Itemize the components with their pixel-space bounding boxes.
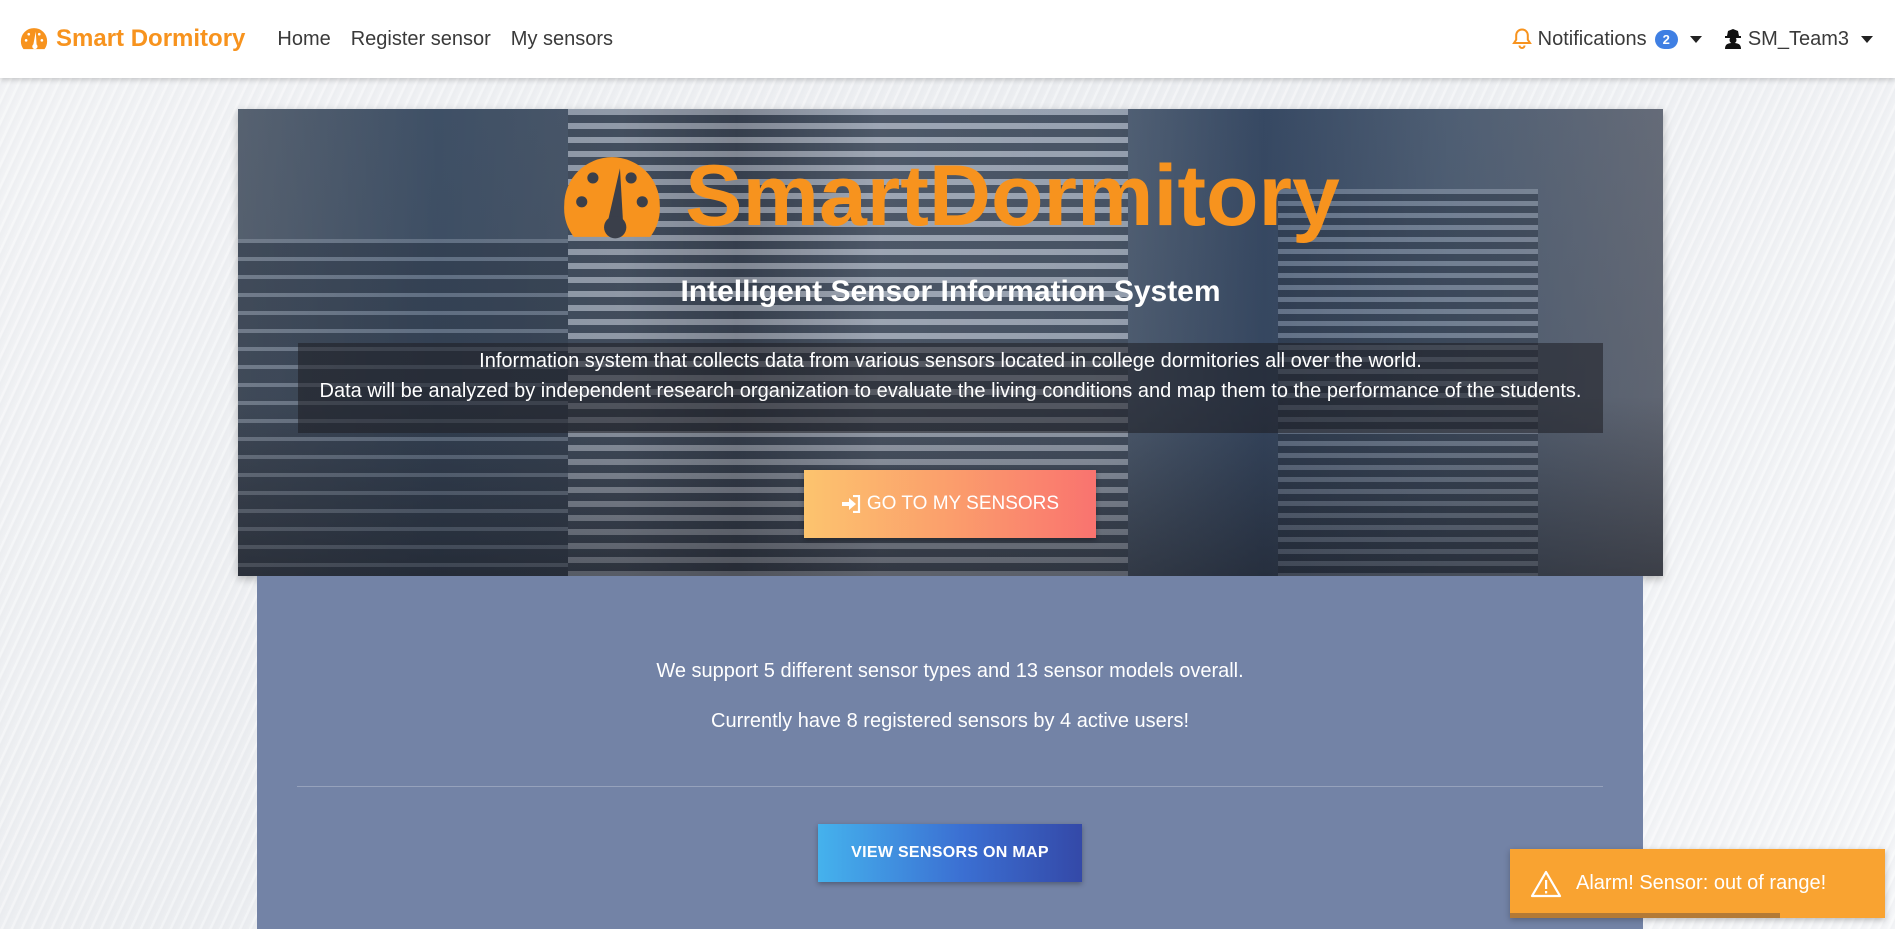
toast-progress-bar (1510, 913, 1885, 918)
nav-link-my-sensors[interactable]: My sensors (501, 28, 623, 51)
nav-links: Home Register sensor My sensors (267, 28, 623, 51)
hero-description-line: Information system that collects data fr… (479, 350, 1422, 372)
alarm-toast[interactable]: Alarm! Sensor: out of range! (1510, 849, 1885, 918)
nav-link-register-sensor[interactable]: Register sensor (341, 28, 501, 51)
hero-title-text: SmartDormitory (685, 148, 1340, 244)
stats-sensor-types: We support 5 different sensor types and … (656, 660, 1244, 682)
hero-title: SmartDormitory (238, 147, 1663, 246)
go-to-my-sensors-label: GO TO MY SENSORS (866, 493, 1060, 514)
chevron-down-icon (1689, 35, 1702, 43)
sign-in-icon (841, 495, 861, 513)
notifications-count-badge: 2 (1654, 29, 1678, 49)
user-dropdown[interactable]: SM_Team3 (1724, 28, 1873, 51)
go-to-my-sensors-button[interactable]: GO TO MY SENSORS (804, 470, 1096, 538)
hero-description-line: Data will be analyzed by independent res… (319, 380, 1582, 402)
hero-description: Information system that collects data fr… (298, 343, 1603, 433)
view-sensors-on-map-button[interactable]: VIEW SENSORS ON MAP (818, 824, 1082, 882)
tachometer-icon (564, 156, 661, 238)
nav-right: Notifications 2 SM_Team3 (1511, 27, 1873, 51)
hero-subtitle: Intelligent Sensor Information System (680, 275, 1221, 308)
tachometer-icon (20, 28, 48, 50)
chevron-down-icon (1861, 35, 1873, 43)
divider (297, 786, 1603, 787)
brand-name: Smart Dormitory (56, 25, 246, 52)
alarm-toast-message: Alarm! Sensor: out of range! (1576, 872, 1827, 894)
toast-progress-fill (1510, 913, 1780, 918)
bell-icon (1511, 28, 1532, 49)
user-secret-icon (1724, 29, 1741, 49)
warning-icon (1530, 870, 1562, 897)
stats-panel: We support 5 different sensor types and … (257, 576, 1643, 929)
stats-registered-sensors: Currently have 8 registered sensors by 4… (711, 710, 1189, 732)
brand-logo-link[interactable]: Smart Dormitory (20, 25, 245, 53)
hero-banner: SmartDormitory Intelligent Sensor Inform… (238, 109, 1663, 576)
notifications-label: Notifications (1537, 27, 1647, 50)
nav-link-home[interactable]: Home (267, 28, 340, 51)
user-name: SM_Team3 (1747, 27, 1849, 50)
notifications-dropdown[interactable]: Notifications 2 (1511, 27, 1702, 51)
top-navbar: Smart Dormitory Home Register sensor My … (0, 0, 1895, 78)
